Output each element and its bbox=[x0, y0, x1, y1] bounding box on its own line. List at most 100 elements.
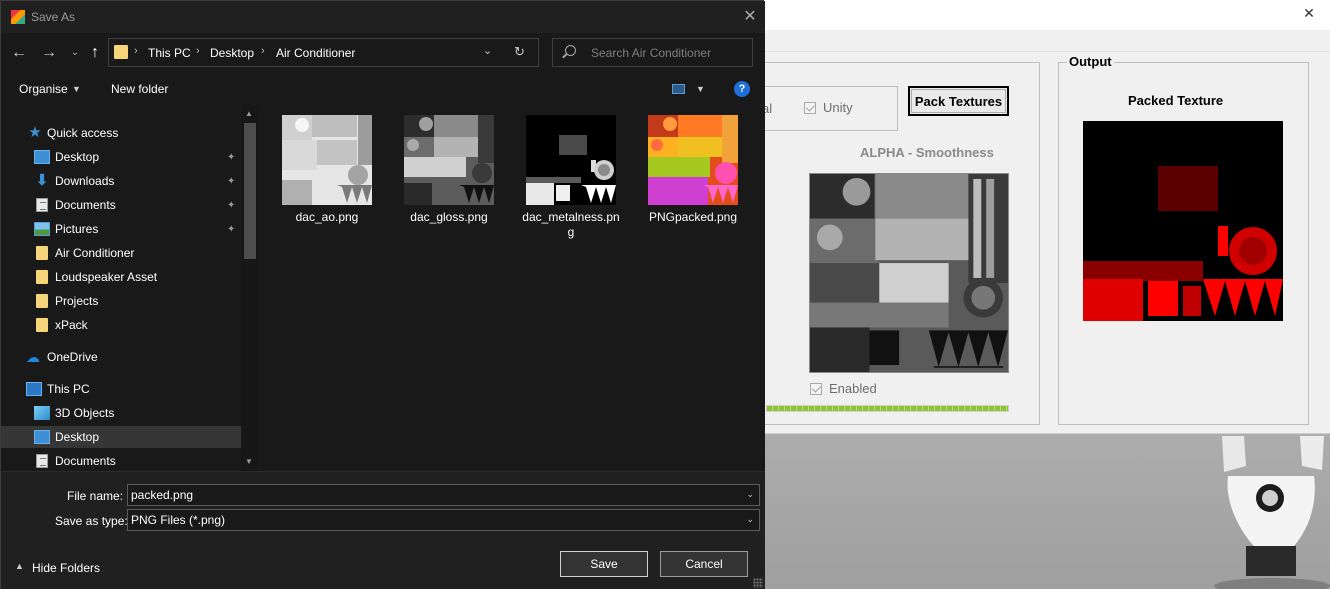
cube-icon bbox=[34, 406, 50, 420]
folder-icon bbox=[114, 45, 128, 59]
forward-arrow-icon[interactable]: → bbox=[39, 43, 59, 63]
sidebar-item-label: Downloads bbox=[55, 174, 115, 188]
caret-down-icon[interactable]: ▼ bbox=[696, 84, 705, 94]
scroll-down-icon[interactable]: ▼ bbox=[245, 457, 253, 466]
sidebar-item-label: 3D Objects bbox=[55, 406, 115, 420]
checkbox-icon bbox=[804, 101, 816, 114]
file-name-value: packed.png bbox=[131, 488, 194, 502]
resize-grip-icon[interactable] bbox=[753, 578, 763, 588]
search-box[interactable] bbox=[552, 38, 753, 67]
hide-folders-label: Hide Folders bbox=[32, 561, 101, 575]
file-name-field[interactable]: packed.png ⌄ bbox=[127, 484, 760, 506]
scrollbar-thumb[interactable] bbox=[244, 123, 256, 259]
sidebar-item-label: Documents bbox=[55, 454, 116, 468]
sidebar-item-air-conditioner[interactable]: Air Conditioner bbox=[1, 242, 241, 264]
robot-wallpaper-figure bbox=[1214, 436, 1330, 589]
document-icon bbox=[36, 198, 48, 212]
folder-icon bbox=[36, 270, 48, 284]
view-mode-icon[interactable] bbox=[672, 84, 685, 94]
recent-locations-chevron-icon[interactable]: ⌄ bbox=[65, 43, 85, 63]
computer-icon bbox=[26, 382, 42, 396]
cloud-icon: ☁ bbox=[26, 349, 40, 365]
packed-texture-preview bbox=[1083, 121, 1283, 321]
pin-icon[interactable]: ✦ bbox=[227, 224, 236, 234]
sidebar-item-projects[interactable]: Projects bbox=[1, 290, 241, 312]
app-titlebar: ✕ bbox=[764, 0, 1330, 30]
help-icon[interactable]: ? bbox=[734, 81, 750, 97]
search-icon bbox=[565, 45, 576, 56]
star-icon: ★ bbox=[28, 124, 42, 141]
new-folder-button[interactable]: New folder bbox=[111, 82, 168, 96]
file-name: dac_ao.png bbox=[295, 210, 359, 224]
up-arrow-icon[interactable]: ↑ bbox=[85, 43, 105, 63]
app-close-icon[interactable]: ✕ bbox=[1298, 4, 1320, 22]
save-type-value: PNG Files (*.png) bbox=[131, 513, 226, 527]
caret-down-icon[interactable]: ▼ bbox=[72, 84, 81, 94]
breadcrumb-desktop[interactable]: Desktop bbox=[210, 46, 254, 60]
chevron-down-icon[interactable]: ⌄ bbox=[746, 514, 754, 525]
refresh-icon[interactable]: ↻ bbox=[514, 44, 525, 60]
file-thumbnail bbox=[404, 115, 494, 205]
output-legend: Output bbox=[1067, 54, 1114, 69]
navigation-scrollbar[interactable]: ▲ ▼ bbox=[241, 105, 259, 471]
enabled-checkbox[interactable]: Enabled bbox=[810, 381, 877, 396]
file-thumbnail bbox=[648, 115, 738, 205]
file-name-label: File name: bbox=[67, 489, 124, 503]
packed-texture-title: Packed Texture bbox=[1128, 93, 1224, 108]
breadcrumb-air-conditioner[interactable]: Air Conditioner bbox=[276, 46, 355, 60]
sidebar-item-onedrive[interactable]: ☁ OneDrive bbox=[1, 346, 241, 368]
sidebar-item-documents-pc[interactable]: Documents bbox=[1, 450, 241, 472]
unity-label: Unity bbox=[823, 100, 853, 115]
sidebar-item-xpack[interactable]: xPack bbox=[1, 314, 241, 336]
sidebar-item-label: Desktop bbox=[55, 430, 100, 444]
file-thumbnail bbox=[526, 115, 616, 205]
sidebar-item-label: OneDrive bbox=[47, 350, 98, 364]
sidebar-item-quick-access[interactable]: ★ Quick access bbox=[1, 122, 241, 144]
sidebar-item-desktop-selected[interactable]: Desktop bbox=[1, 426, 241, 448]
sidebar-item-label: Pictures bbox=[55, 222, 99, 236]
close-icon[interactable]: ✕ bbox=[740, 7, 760, 27]
sidebar-item-3d-objects[interactable]: 3D Objects bbox=[1, 402, 241, 424]
sidebar-item-pictures[interactable]: Pictures ✦ bbox=[1, 218, 241, 240]
alpha-channel-label: ALPHA - Smoothness bbox=[860, 145, 994, 160]
app-logo-icon bbox=[11, 10, 25, 24]
chevron-right-icon[interactable]: › bbox=[134, 45, 138, 57]
unity-checkbox[interactable]: Unity bbox=[804, 100, 853, 115]
pin-icon[interactable]: ✦ bbox=[227, 152, 236, 162]
save-type-label: Save as type: bbox=[55, 514, 128, 528]
pack-textures-button[interactable]: Pack Textures bbox=[908, 86, 1009, 116]
folder-icon bbox=[36, 246, 48, 260]
address-bar[interactable]: › This PC › Desktop › Air Conditioner ⌄ … bbox=[108, 38, 539, 67]
sidebar-item-label: Projects bbox=[55, 294, 99, 308]
chevron-right-icon[interactable]: › bbox=[196, 45, 200, 57]
chevron-down-icon[interactable]: ⌄ bbox=[483, 44, 492, 57]
save-type-select[interactable]: PNG Files (*.png) ⌄ bbox=[127, 509, 760, 531]
search-input[interactable] bbox=[591, 45, 746, 61]
save-button[interactable]: Save bbox=[560, 551, 648, 577]
sidebar-item-downloads[interactable]: ⬇ Downloads ✦ bbox=[1, 170, 241, 192]
pin-icon[interactable]: ✦ bbox=[227, 176, 236, 186]
organise-button[interactable]: Organise bbox=[19, 82, 68, 96]
save-options-panel: File name: packed.png ⌄ Save as type: PN… bbox=[1, 471, 765, 589]
desktop-icon bbox=[34, 150, 50, 164]
sidebar-item-this-pc[interactable]: This PC bbox=[1, 378, 241, 400]
cancel-button[interactable]: Cancel bbox=[660, 551, 748, 577]
back-arrow-icon[interactable]: ← bbox=[9, 43, 29, 63]
file-list: dac_ao.png dac_gloss.png dac_metalness.p… bbox=[259, 105, 765, 471]
sidebar-item-loudspeaker-asset[interactable]: Loudspeaker Asset bbox=[1, 266, 241, 288]
folder-icon bbox=[36, 294, 48, 308]
pictures-icon bbox=[34, 222, 50, 236]
pin-icon[interactable]: ✦ bbox=[227, 200, 236, 210]
dialog-title: Save As bbox=[31, 10, 76, 24]
chevron-right-icon[interactable]: › bbox=[261, 45, 265, 57]
sidebar-item-label: xPack bbox=[55, 318, 88, 332]
texture-packer-window: ✕ al Unity Pack Textures ALPHA - Smoothn… bbox=[762, 0, 1330, 434]
sidebar-item-label: Loudspeaker Asset bbox=[55, 270, 158, 284]
sidebar-item-desktop[interactable]: Desktop ✦ bbox=[1, 146, 241, 168]
scroll-up-icon[interactable]: ▲ bbox=[245, 109, 253, 118]
file-name: PNGpacked.png bbox=[648, 210, 738, 224]
chevron-down-icon[interactable]: ⌄ bbox=[746, 489, 754, 500]
sidebar-item-label: This PC bbox=[47, 382, 90, 396]
breadcrumb-this-pc[interactable]: This PC bbox=[148, 46, 191, 60]
sidebar-item-documents[interactable]: Documents ✦ bbox=[1, 194, 241, 216]
